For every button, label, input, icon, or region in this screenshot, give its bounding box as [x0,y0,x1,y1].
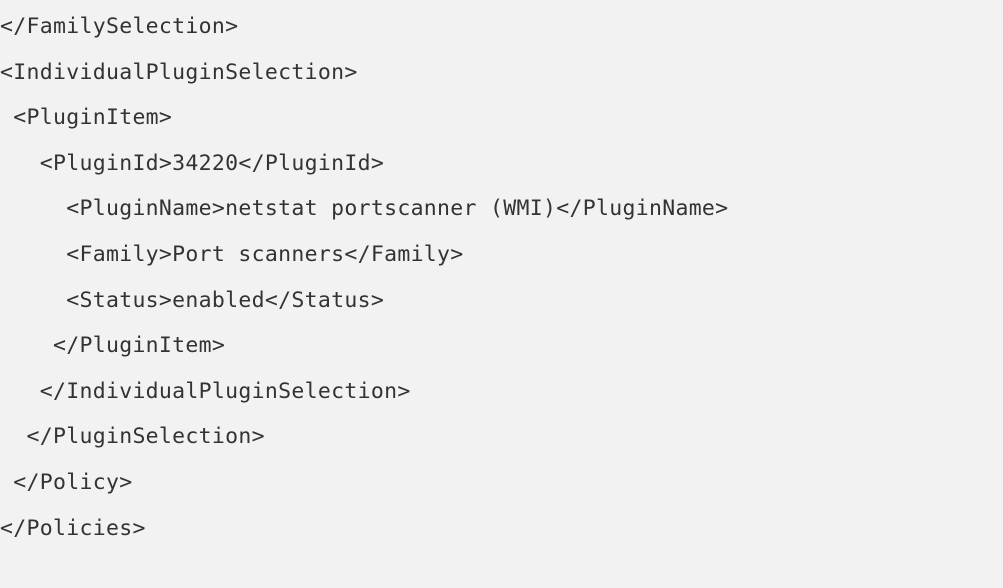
code-line-7: <Status>enabled</Status> [0,287,385,313]
code-line-9: </IndividualPluginSelection> [0,378,411,404]
code-line-1: </FamilySelection> [0,14,239,39]
code-line-4: <PluginId>34220</PluginId> [0,150,385,176]
code-line-12: </Policies> [0,515,146,541]
code-line-8: </PluginItem> [0,333,226,359]
code-line-6: <Family>Port scanners</Family> [0,241,464,267]
xml-code-block: </FamilySelection> <IndividualPluginSele… [0,0,1003,588]
code-line-3: <PluginItem> [0,105,173,131]
code-line-2: <IndividualPluginSelection> [0,59,358,85]
code-line-11: </Policy> [0,469,133,495]
code-line-10: </PluginSelection> [0,424,265,450]
code-line-5: <PluginName>netstat portscanner (WMI)</P… [0,196,729,222]
